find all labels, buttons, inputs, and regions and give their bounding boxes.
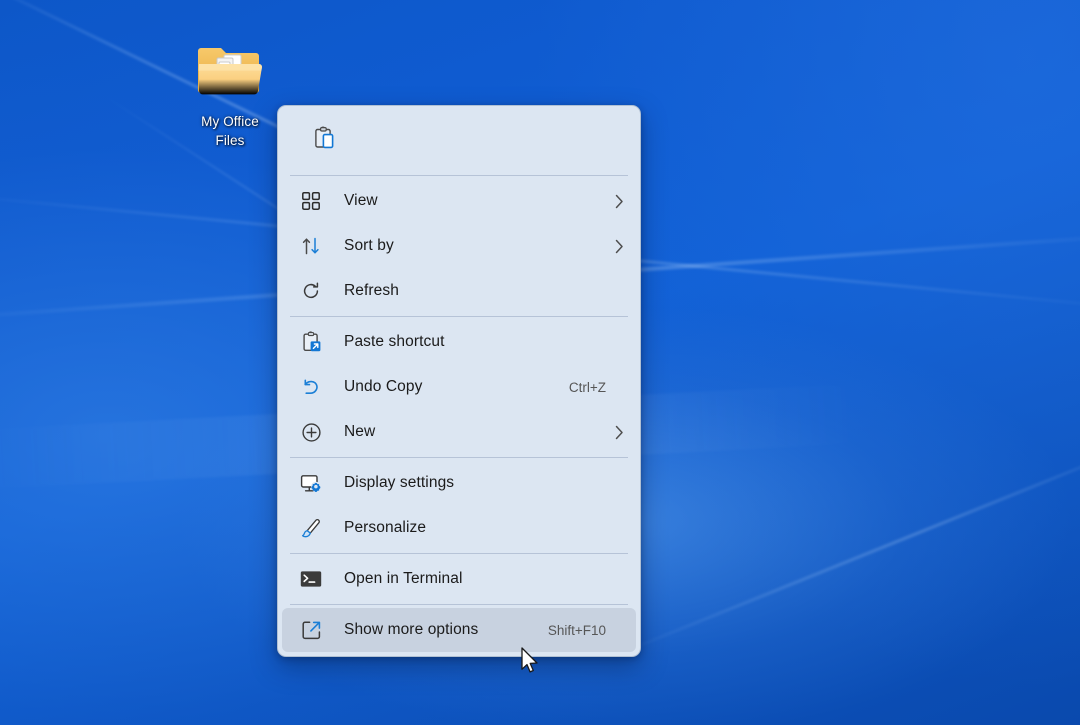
menu-item-accelerator: Ctrl+Z — [569, 380, 606, 395]
chevron-right-icon — [612, 194, 626, 209]
menu-item-label: Paste shortcut — [344, 333, 606, 351]
folder-documents-icon — [172, 38, 288, 108]
menu-item-personalize[interactable]: Personalize — [282, 506, 636, 550]
plus-circle-icon — [300, 421, 322, 443]
desktop-icon-label-line1: My Office — [172, 112, 288, 131]
menu-separator — [290, 457, 628, 458]
menu-item-label: View — [344, 192, 606, 210]
menu-item-label: Sort by — [344, 237, 606, 255]
chevron-right-icon — [612, 425, 626, 440]
menu-item-label: Open in Terminal — [344, 570, 606, 588]
menu-item-new[interactable]: New — [282, 410, 636, 454]
paste-clipboard-icon — [312, 126, 335, 155]
menu-item-label: Undo Copy — [344, 378, 569, 396]
desktop-icon-my-office-files[interactable]: My Office Files — [172, 38, 288, 150]
menu-item-label: Refresh — [344, 282, 606, 300]
show-more-options-icon — [300, 619, 322, 641]
desktop-icon-label-line2: Files — [172, 131, 288, 150]
menu-item-label: Personalize — [344, 519, 606, 537]
menu-item-refresh[interactable]: Refresh — [282, 269, 636, 313]
monitor-gear-icon — [300, 472, 322, 494]
refresh-icon — [300, 280, 322, 302]
menu-item-open-in-terminal[interactable]: Open in Terminal — [282, 557, 636, 601]
menu-item-display-settings[interactable]: Display settings — [282, 461, 636, 505]
menu-separator — [290, 175, 628, 176]
desktop-icon-label: My Office Files — [172, 112, 288, 150]
menu-item-show-more-options[interactable]: Show more options Shift+F10 — [282, 608, 636, 652]
sort-arrows-icon — [300, 235, 322, 257]
menu-item-undo-copy[interactable]: Undo Copy Ctrl+Z — [282, 365, 636, 409]
menu-item-label: Display settings — [344, 474, 606, 492]
menu-separator — [290, 553, 628, 554]
paintbrush-icon — [300, 517, 322, 539]
undo-icon — [300, 376, 322, 398]
menu-separator — [290, 604, 628, 605]
menu-item-paste-shortcut[interactable]: Paste shortcut — [282, 320, 636, 364]
terminal-icon — [300, 568, 322, 590]
paste-button[interactable] — [300, 119, 346, 163]
menu-item-label: New — [344, 423, 606, 441]
menu-item-sort-by[interactable]: Sort by — [282, 224, 636, 268]
desktop-context-menu[interactable]: View Sort by Refresh — [277, 105, 641, 657]
menu-item-accelerator: Shift+F10 — [548, 623, 606, 638]
menu-item-view[interactable]: View — [282, 179, 636, 223]
wallpaper-streak — [599, 428, 1080, 663]
menu-separator — [290, 316, 628, 317]
chevron-right-icon — [612, 239, 626, 254]
paste-shortcut-icon — [300, 331, 322, 353]
context-menu-toolbar — [278, 109, 640, 172]
grid-view-icon — [300, 190, 322, 212]
menu-item-label: Show more options — [344, 621, 548, 639]
